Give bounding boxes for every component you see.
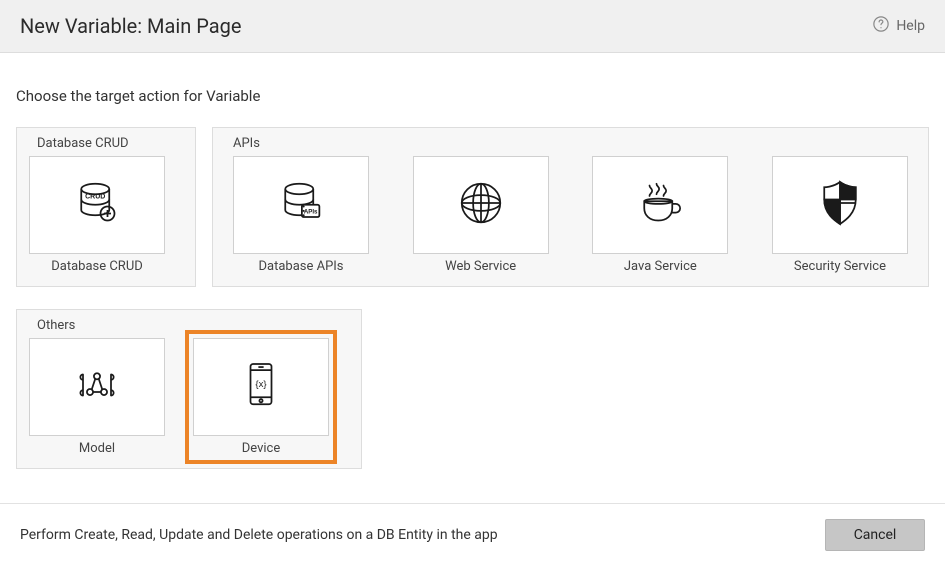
tile-security-service[interactable]	[772, 156, 908, 254]
group-apis: APIs APIs	[212, 127, 929, 287]
tile-database-crud[interactable]: CRUD	[29, 156, 165, 254]
tile-web-service[interactable]	[413, 156, 549, 254]
model-icon	[69, 357, 125, 417]
group-database-crud: Database CRUD CRUD	[16, 127, 196, 287]
highlighted-tile: {x} Device	[185, 330, 337, 464]
svg-text:{x}: {x}	[255, 379, 267, 390]
tile-label: Database CRUD	[51, 259, 143, 274]
svg-text:CRUD: CRUD	[85, 194, 105, 201]
footer-description: Perform Create, Read, Update and Delete …	[20, 527, 498, 543]
tile-device[interactable]: {x}	[193, 338, 329, 436]
tile-label: Security Service	[794, 259, 886, 274]
database-apis-icon: APIs	[273, 175, 329, 235]
group-title: APIs	[233, 136, 260, 151]
tile-wrap-model: Model	[29, 338, 165, 456]
device-icon: {x}	[233, 357, 289, 417]
row-2: Others	[16, 309, 929, 469]
dialog-title: New Variable: Main Page	[20, 14, 241, 38]
group-title: Database CRUD	[37, 136, 129, 151]
tile-label: Web Service	[445, 259, 516, 274]
tile-model[interactable]	[29, 338, 165, 436]
group-others: Others	[16, 309, 362, 469]
globe-icon	[453, 175, 509, 235]
cancel-button[interactable]: Cancel	[825, 519, 925, 551]
dialog-footer: Perform Create, Read, Update and Delete …	[0, 503, 945, 565]
group-title: Others	[37, 318, 75, 333]
dialog-content: Choose the target action for Variable Da…	[0, 53, 945, 507]
coffee-icon	[632, 175, 688, 235]
svg-text:APIs: APIs	[304, 209, 318, 216]
database-crud-icon: CRUD	[69, 175, 125, 235]
help-label: Help	[896, 18, 925, 34]
instruction-text: Choose the target action for Variable	[16, 87, 929, 105]
tile-wrap-device: {x} Device	[193, 338, 329, 456]
shield-icon	[812, 175, 868, 235]
tile-wrap-database-apis: APIs Database APIs	[233, 156, 369, 274]
tile-label: Device	[242, 441, 281, 456]
dialog-header: New Variable: Main Page Help	[0, 0, 945, 53]
tile-label: Database APIs	[258, 259, 343, 274]
help-icon	[872, 15, 890, 37]
tile-wrap-security-service: Security Service	[772, 156, 908, 274]
tile-database-apis[interactable]: APIs	[233, 156, 369, 254]
row-1: Database CRUD CRUD	[16, 127, 929, 287]
tile-wrap-web-service: Web Service	[413, 156, 549, 274]
tile-label: Java Service	[624, 259, 697, 274]
tile-java-service[interactable]	[592, 156, 728, 254]
tile-wrap-java-service: Java Service	[592, 156, 728, 274]
tile-label: Model	[79, 441, 115, 456]
tile-wrap-database-crud: CRUD Database CRUD	[29, 156, 165, 274]
help-link[interactable]: Help	[872, 15, 925, 37]
